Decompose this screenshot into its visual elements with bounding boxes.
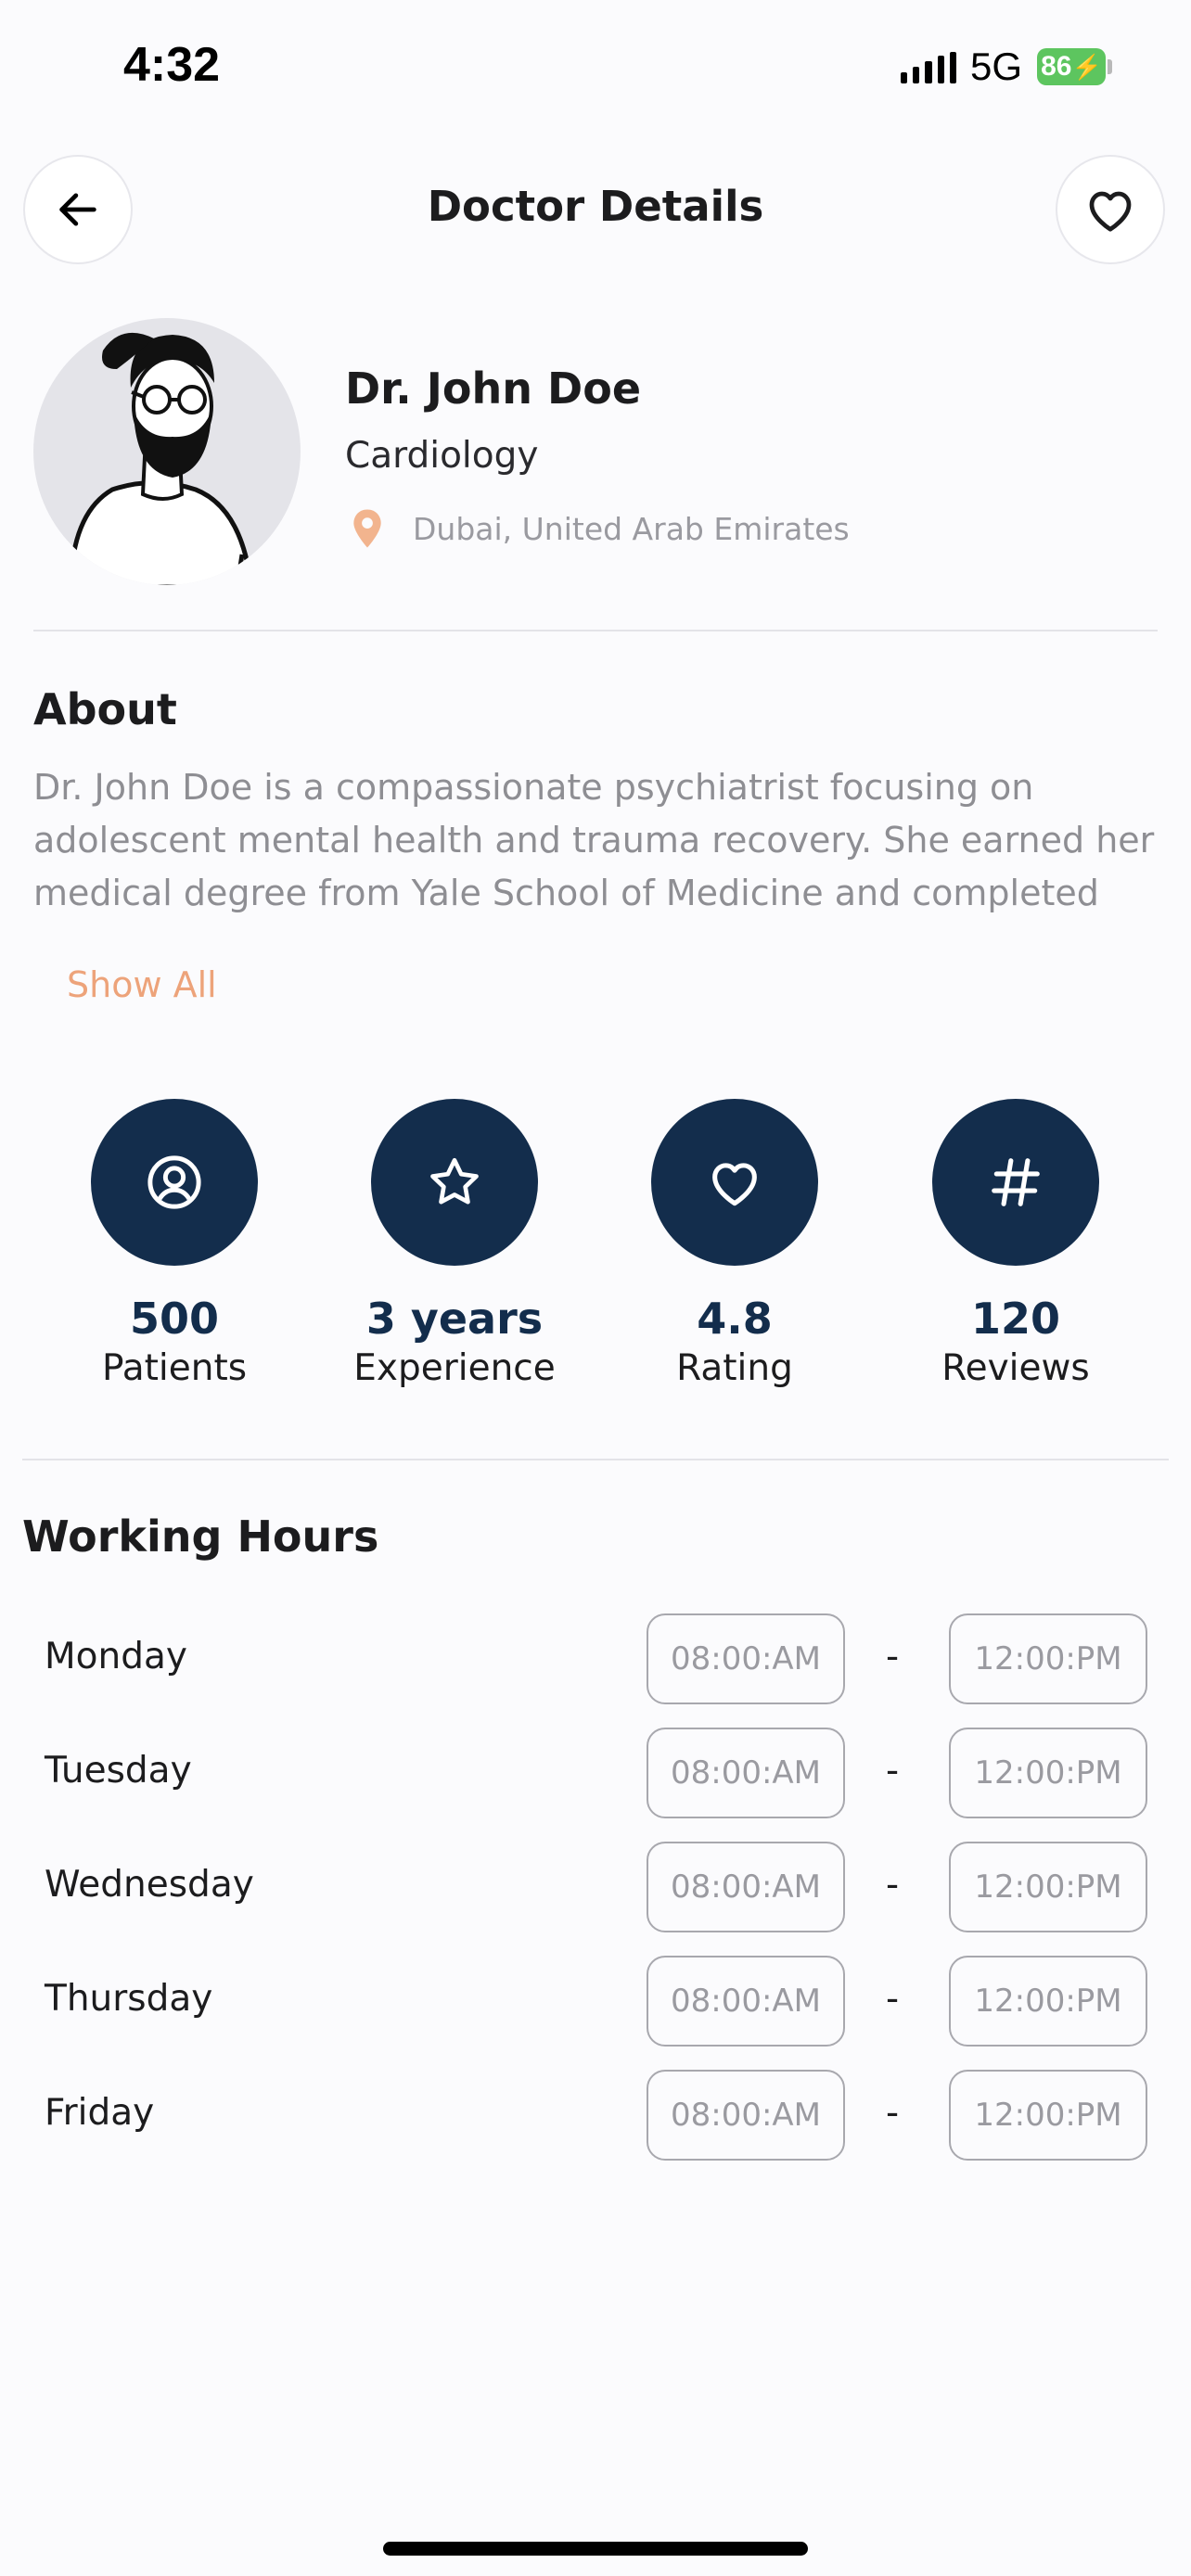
- end-time-field[interactable]: 12:00:PM: [949, 1956, 1147, 2047]
- page-title: Doctor Details: [427, 182, 764, 231]
- battery-icon: 86 ⚡: [1037, 48, 1106, 85]
- day-label: Wednesday: [45, 1864, 254, 1906]
- day-label: Thursday: [45, 1978, 213, 2020]
- doctor-avatar: [33, 318, 301, 585]
- day-label: Tuesday: [45, 1750, 192, 1792]
- about-heading: About: [33, 684, 177, 734]
- start-time-field[interactable]: 08:00:AM: [647, 1842, 845, 1932]
- working-hours-row: Friday 08:00:AM - 12:00:PM: [0, 2070, 1191, 2162]
- working-hours-row: Tuesday 08:00:AM - 12:00:PM: [0, 1728, 1191, 1820]
- stat-label: Rating: [676, 1347, 793, 1389]
- day-label: Friday: [45, 2092, 155, 2134]
- stat-label: Reviews: [941, 1347, 1090, 1389]
- stat-value: 500: [129, 1294, 220, 1344]
- end-time-field[interactable]: 12:00:PM: [949, 1842, 1147, 1932]
- divider: [33, 630, 1158, 631]
- end-time-field[interactable]: 12:00:PM: [949, 1728, 1147, 1818]
- battery-level: 86: [1041, 51, 1072, 82]
- time-separator: -: [886, 1864, 900, 1906]
- divider: [22, 1459, 1169, 1460]
- stat-value: 3 years: [365, 1294, 544, 1344]
- stat-icon-circle: [932, 1099, 1099, 1266]
- time-separator: -: [886, 2092, 900, 2134]
- favorite-button[interactable]: [1056, 155, 1165, 264]
- stat-label: Experience: [353, 1347, 556, 1389]
- time-separator: -: [886, 1750, 900, 1792]
- user-circle-icon: [147, 1155, 201, 1209]
- network-type: 5G: [970, 45, 1023, 88]
- doctor-specialty: Cardiology: [345, 435, 539, 477]
- working-hours-row: Wednesday 08:00:AM - 12:00:PM: [0, 1842, 1191, 1934]
- cellular-signal-icon: [901, 52, 957, 83]
- status-time: 4:32: [123, 38, 221, 92]
- end-time-field[interactable]: 12:00:PM: [949, 1613, 1147, 1704]
- heart-icon: [712, 1163, 757, 1206]
- day-label: Monday: [45, 1636, 187, 1677]
- doctor-location: Dubai, United Arab Emirates: [413, 511, 850, 547]
- stat-icon-circle: [371, 1099, 538, 1266]
- stat-reviews: 120 Reviews: [877, 1099, 1155, 1389]
- working-hours-heading: Working Hours: [22, 1511, 379, 1562]
- start-time-field[interactable]: 08:00:AM: [647, 1613, 845, 1704]
- show-all-link[interactable]: Show All: [67, 964, 217, 1005]
- start-time-field[interactable]: 08:00:AM: [647, 1728, 845, 1818]
- stat-value: 4.8: [697, 1294, 773, 1344]
- star-icon: [430, 1157, 479, 1205]
- home-indicator[interactable]: [383, 2542, 808, 2556]
- hash-icon: [992, 1158, 1040, 1206]
- time-separator: -: [886, 1636, 900, 1677]
- heart-icon: [1089, 191, 1132, 232]
- stat-icon-circle: [91, 1099, 258, 1266]
- about-text: Dr. John Doe is a compassionate psychiat…: [33, 767, 1155, 913]
- start-time-field[interactable]: 08:00:AM: [647, 1956, 845, 2047]
- doctor-name: Dr. John Doe: [345, 363, 642, 414]
- stat-icon-circle: [651, 1099, 818, 1266]
- working-hours-row: Monday 08:00:AM - 12:00:PM: [0, 1613, 1191, 1706]
- stat-value: 120: [970, 1294, 1061, 1344]
- stat-experience: 3 years Experience: [315, 1099, 594, 1389]
- stat-patients: 500 Patients: [35, 1099, 314, 1389]
- time-separator: -: [886, 1978, 900, 2020]
- start-time-field[interactable]: 08:00:AM: [647, 2070, 845, 2161]
- battery-tip: [1108, 59, 1112, 74]
- stat-label: Patients: [101, 1347, 248, 1389]
- end-time-field[interactable]: 12:00:PM: [949, 2070, 1147, 2161]
- working-hours-row: Thursday 08:00:AM - 12:00:PM: [0, 1956, 1191, 2048]
- map-pin-icon: [353, 509, 381, 548]
- stat-rating: 4.8 Rating: [596, 1099, 874, 1389]
